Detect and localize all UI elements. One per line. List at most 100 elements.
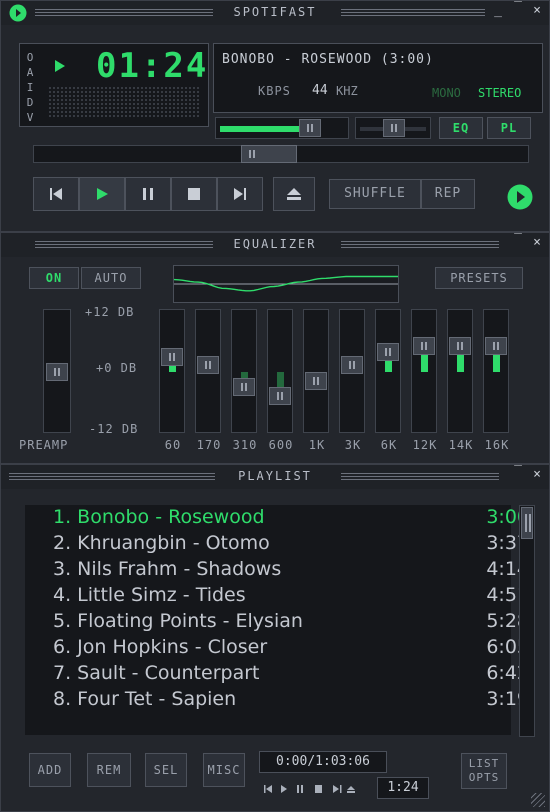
eq-auto-button[interactable]: AUTO xyxy=(81,267,141,289)
shade-icon[interactable]: ‾ xyxy=(511,1,525,15)
side-letter[interactable]: A xyxy=(24,65,36,80)
eq-titlebar[interactable]: EQUALIZER ‾ × xyxy=(1,233,549,257)
eq-band-slider[interactable] xyxy=(375,309,401,433)
pl-titlebar[interactable]: PLAYLIST ‾ × xyxy=(1,465,549,489)
side-letter[interactable]: O xyxy=(24,50,36,65)
track-title: 4. Little Simz - Tides xyxy=(53,584,246,606)
main-window: SPOTIFAST _ ‾ × O A I D V 01:24 BONOBO -… xyxy=(0,0,550,232)
track-ticker[interactable]: BONOBO - ROSEWOOD (3:00) xyxy=(222,52,434,67)
close-icon[interactable]: × xyxy=(530,4,544,18)
playlist-row[interactable]: 3. Nils Frahm - Shadows 4:14 xyxy=(53,558,529,584)
equalizer-window: EQUALIZER ‾ × ON AUTO PRESETS PREAMP +12… xyxy=(0,232,550,464)
preamp-slider[interactable] xyxy=(43,309,71,433)
eq-band-handle[interactable] xyxy=(485,337,507,355)
side-letter[interactable]: D xyxy=(24,95,36,110)
eq-toggle-button[interactable]: EQ xyxy=(439,117,483,139)
balance-slider[interactable] xyxy=(355,117,431,139)
mini-transport-icons xyxy=(264,785,355,793)
eject-button[interactable] xyxy=(273,177,315,211)
app-logo-icon[interactable] xyxy=(507,184,533,210)
playlist-row[interactable]: 1. Bonobo - Rosewood 3:00 xyxy=(53,506,529,532)
eq-band-slider[interactable] xyxy=(411,309,437,433)
volume-handle[interactable] xyxy=(299,119,321,137)
eq-band-slider[interactable] xyxy=(231,309,257,433)
preamp-label: PREAMP xyxy=(19,438,69,452)
playlist-row[interactable]: 4. Little Simz - Tides 4:51 xyxy=(53,584,529,610)
playlist-sel-button[interactable]: SEL xyxy=(145,753,187,787)
playlist-area[interactable]: 1. Bonobo - Rosewood 3:00 2. Khruangbin -… xyxy=(25,505,529,735)
time-readout[interactable]: 01:24 xyxy=(96,46,208,86)
next-button[interactable] xyxy=(217,177,263,211)
side-letters: O A I D V xyxy=(24,50,36,125)
time-display: O A I D V 01:24 xyxy=(19,43,209,127)
pl-toggle-button[interactable]: PL xyxy=(487,117,531,139)
eq-band-label: 170 xyxy=(196,438,222,452)
playlist-window: PLAYLIST ‾ × 1. Bonobo - Rosewood 3:00 2.… xyxy=(0,464,550,812)
eq-band-handle[interactable] xyxy=(449,337,471,355)
playlist-scrollbar[interactable] xyxy=(519,505,535,737)
balance-handle[interactable] xyxy=(383,119,405,137)
eq-band-handle[interactable] xyxy=(161,348,183,366)
db-label-mid: +0 DB xyxy=(96,361,138,375)
repeat-button[interactable]: REP xyxy=(421,179,475,209)
pause-button[interactable] xyxy=(125,177,171,211)
eq-close-icon[interactable]: × xyxy=(530,236,544,250)
eq-band-handle[interactable] xyxy=(341,356,363,374)
pl-close-icon[interactable]: × xyxy=(530,468,544,482)
eq-band-handle[interactable] xyxy=(377,343,399,361)
shuffle-button[interactable]: SHUFFLE xyxy=(329,179,421,209)
play-button[interactable] xyxy=(79,177,125,211)
list-opts-line2: OPTS xyxy=(468,771,500,784)
eq-stripes-right xyxy=(341,241,499,249)
eq-band-slider[interactable] xyxy=(483,309,509,433)
db-label-top: +12 DB xyxy=(85,305,135,319)
playlist-rem-button[interactable]: REM xyxy=(87,753,131,787)
eq-band-handle[interactable] xyxy=(269,387,291,405)
side-letter[interactable]: I xyxy=(24,80,36,95)
eq-band-handle[interactable] xyxy=(305,372,327,390)
eq-band-handle[interactable] xyxy=(413,337,435,355)
list-opts-button[interactable]: LIST OPTS xyxy=(461,753,507,789)
playlist-add-button[interactable]: ADD xyxy=(29,753,71,787)
minimize-icon[interactable]: _ xyxy=(491,4,505,18)
track-title: 6. Jon Hopkins - Closer xyxy=(53,636,268,658)
eq-band-label: 14K xyxy=(448,438,474,452)
eq-band-label: 310 xyxy=(232,438,258,452)
eq-band-slider[interactable] xyxy=(195,309,221,433)
eq-band-handle[interactable] xyxy=(197,356,219,374)
playlist-row[interactable]: 6. Jon Hopkins - Closer 6:05 xyxy=(53,636,529,662)
eq-band-handle[interactable] xyxy=(233,378,255,396)
eq-shade-icon[interactable]: ‾ xyxy=(511,233,525,247)
side-letter[interactable]: V xyxy=(24,110,36,125)
preamp-handle[interactable] xyxy=(46,363,68,381)
playlist-row[interactable]: 5. Floating Points - Elysian 5:28 xyxy=(53,610,529,636)
eq-band-label: 600 xyxy=(268,438,294,452)
resize-grip[interactable] xyxy=(531,793,545,807)
eq-on-button[interactable]: ON xyxy=(29,267,79,289)
seek-handle[interactable] xyxy=(241,145,297,163)
eq-band-slider[interactable] xyxy=(447,309,473,433)
volume-slider[interactable] xyxy=(215,117,349,139)
pl-shade-icon[interactable]: ‾ xyxy=(511,465,525,479)
seek-bar[interactable] xyxy=(33,145,529,163)
visualizer[interactable] xyxy=(48,86,200,118)
playlist-row[interactable]: 8. Four Tet - Sapien 3:19 xyxy=(53,688,529,714)
eq-band-slider[interactable] xyxy=(159,309,185,433)
eq-band-label: 12K xyxy=(412,438,438,452)
mini-transport[interactable] xyxy=(263,781,375,795)
eq-band-label: 1K xyxy=(308,438,326,452)
eq-band-slider[interactable] xyxy=(267,309,293,433)
playlist-row[interactable]: 2. Khruangbin - Otomo 3:37 xyxy=(53,532,529,558)
scrollbar-thumb[interactable] xyxy=(521,507,533,539)
db-label-bottom: -12 DB xyxy=(89,422,139,436)
playlist-misc-button[interactable]: MISC xyxy=(203,753,245,787)
main-titlebar[interactable]: SPOTIFAST _ ‾ × xyxy=(1,1,549,25)
eq-band-slider[interactable] xyxy=(339,309,365,433)
eq-curve-graph xyxy=(173,265,399,303)
eq-presets-button[interactable]: PRESETS xyxy=(435,267,523,289)
stop-button[interactable] xyxy=(171,177,217,211)
track-title: 5. Floating Points - Elysian xyxy=(53,610,303,632)
playlist-row[interactable]: 7. Sault - Counterpart 6:42 xyxy=(53,662,529,688)
previous-button[interactable] xyxy=(33,177,79,211)
eq-band-slider[interactable] xyxy=(303,309,329,433)
